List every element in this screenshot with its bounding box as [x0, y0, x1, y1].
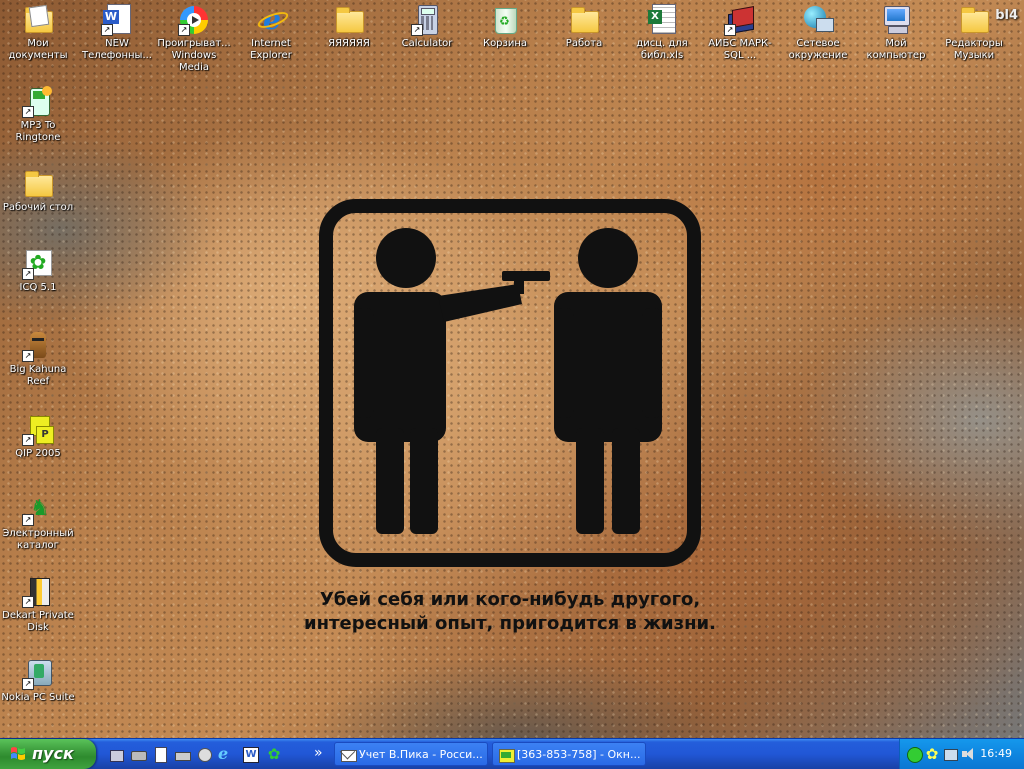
chat-window-icon: [498, 747, 515, 763]
task-label: [363-853-758] - Окн...: [517, 748, 641, 761]
poster-pictogram: [319, 199, 701, 567]
system-tray: ✿ 16:49: [899, 739, 1024, 769]
desktop-icon-excel-file[interactable]: X дисц. для библ.xls: [624, 4, 700, 62]
icon-label: Рабочий стол: [2, 202, 74, 213]
icon-label: ICQ 5.1: [19, 282, 57, 293]
taskbar-task-chat[interactable]: [363-853-758] - Окн...: [492, 742, 646, 766]
icon-label: Работа: [565, 38, 603, 49]
poster-caption-line-2: интересный опыт, пригодится в жизни.: [304, 613, 716, 634]
icon-label: Big Kahuna Reef: [9, 364, 67, 387]
desktop-icon-mp3-to-ringtone[interactable]: ↗ MP3 To Ringtone: [0, 86, 76, 144]
folder-icon: [333, 4, 365, 36]
quicklaunch-document-icon[interactable]: [152, 746, 168, 763]
mail-envelope-icon: [339, 743, 357, 763]
icon-label: Корзина: [482, 38, 528, 49]
icon-label: АИБС МАРК-SQL ...: [708, 38, 772, 61]
icon-label: Проигрыват... Windows Media: [157, 38, 231, 73]
nokia-pc-suite-icon: ↗: [22, 658, 54, 690]
folder-icon: [958, 4, 990, 36]
books-icon: ↗: [724, 4, 756, 36]
icon-label: Электронный каталог: [2, 528, 74, 551]
desktop-icon-big-kahuna-reef[interactable]: ↗ Big Kahuna Reef: [0, 330, 76, 388]
desktop-icon-qip-2005[interactable]: P ↗ QIP 2005: [0, 414, 76, 460]
icon-label: Nokia PC Suite: [1, 692, 75, 703]
icon-label: Сетевое окружение: [788, 38, 848, 61]
desktop-icon-icq[interactable]: ✿ ↗ ICQ 5.1: [0, 248, 76, 294]
desktop-icon-dekart-private-disk[interactable]: ↗ Dekart Private Disk: [0, 576, 76, 634]
network-places-icon: [802, 4, 834, 36]
icon-label: NEW Телефонны...: [82, 38, 152, 61]
private-disk-icon: ↗: [22, 576, 54, 608]
quicklaunch-icq-icon[interactable]: ✿: [266, 746, 282, 762]
tiki-mask-icon: ↗: [22, 330, 54, 362]
quicklaunch-show-desktop-icon[interactable]: [108, 746, 124, 762]
icon-label: Мои документы: [8, 38, 68, 61]
task-label: Учет В.Пика - Росси...: [359, 748, 483, 761]
excel-file-icon: X: [646, 4, 678, 36]
folder-icon: [568, 4, 600, 36]
taskbar: пуск e W ✿ » Учет В.Пика - Росси... [363…: [0, 738, 1024, 769]
desktop-icon-electronic-catalog[interactable]: ♞ ↗ Электронный каталог: [0, 494, 76, 552]
desktop-icon-my-computer[interactable]: Мой компьютер: [858, 4, 934, 62]
word-document-icon: W ↗: [101, 4, 133, 36]
quicklaunch-media-icon[interactable]: [130, 746, 147, 762]
desktop-icon-folder-rabota[interactable]: Работа: [546, 4, 622, 50]
quicklaunch-network-icon[interactable]: [196, 746, 212, 762]
windows-media-player-icon: ↗: [178, 4, 210, 36]
taskbar-task-mail[interactable]: Учет В.Пика - Росси...: [334, 742, 488, 766]
desktop-icon-my-documents[interactable]: Мои документы: [0, 4, 76, 62]
desktop-icon-calculator[interactable]: ↗ Calculator: [389, 4, 465, 50]
desktop-wallpaper: Убей себя или кого-нибудь другого, интер…: [0, 0, 1024, 738]
icon-label: Мой компьютер: [866, 38, 926, 61]
icon-label: Calculator: [401, 38, 453, 49]
desktop-icon-folder-yayaya[interactable]: ЯЯЯЯЯЯ: [311, 4, 387, 50]
catalog-icon: ♞ ↗: [22, 494, 54, 526]
desktop-icon-internet-explorer[interactable]: e Internet Explorer: [233, 4, 309, 62]
tray-flower-icon[interactable]: ✿: [924, 746, 940, 762]
poster-caption: Убей себя или кого-нибудь другого, интер…: [260, 588, 760, 636]
icon-label: Internet Explorer: [250, 38, 292, 61]
icon-label: MP3 To Ringtone: [15, 120, 61, 143]
internet-explorer-icon: e: [255, 4, 291, 36]
clock[interactable]: 16:49: [980, 739, 1012, 769]
start-label: пуск: [32, 744, 74, 763]
icon-label: дисц. для библ.xls: [636, 38, 688, 61]
my-documents-icon: [22, 4, 54, 36]
desktop-icon-windows-media[interactable]: ↗ Проигрыват... Windows Media: [156, 4, 232, 74]
windows-flag-icon: [11, 747, 25, 760]
quicklaunch-internet-explorer-icon[interactable]: e: [218, 746, 234, 762]
desktop-icon-network-places[interactable]: Сетевое окружение: [780, 4, 856, 62]
my-computer-icon: [880, 4, 912, 36]
desktop-icon-desktop-folder[interactable]: Рабочий стол: [0, 168, 76, 214]
recycle-bin-icon: ♻: [489, 4, 521, 36]
desktop-icon-recycle-bin[interactable]: ♻ Корзина: [467, 4, 543, 50]
mp3-ringtone-icon: ↗: [22, 86, 54, 118]
tray-volume-icon[interactable]: [960, 746, 976, 762]
quicklaunch-word-icon[interactable]: W: [242, 746, 259, 763]
desktop-icon-nokia-pc-suite[interactable]: ↗ Nokia PC Suite: [0, 658, 76, 704]
poster-caption-line-1: Убей себя или кого-нибудь другого,: [319, 589, 701, 610]
icq-flower-icon: ✿ ↗: [22, 248, 54, 280]
quicklaunch-overflow-chevron[interactable]: »: [314, 739, 323, 767]
calculator-icon: ↗: [411, 4, 443, 36]
icon-label: Редакторы Музыки: [945, 38, 1003, 61]
tray-chat-icon[interactable]: [906, 746, 923, 763]
desktop-icon-music-editors[interactable]: Редакторы Музыки: [936, 4, 1012, 62]
icon-label: Dekart Private Disk: [2, 610, 74, 633]
icon-label: QIP 2005: [15, 448, 61, 459]
start-button[interactable]: пуск: [0, 739, 96, 769]
qip-icon: P ↗: [22, 414, 54, 446]
folder-icon: [22, 168, 54, 200]
icon-label: ЯЯЯЯЯЯ: [328, 38, 370, 49]
desktop-icon-aibs-mark-sql[interactable]: ↗ АИБС МАРК-SQL ...: [702, 4, 778, 62]
desktop-icon-new-phones[interactable]: W ↗ NEW Телефонны...: [79, 4, 155, 62]
tray-network-icon[interactable]: [942, 746, 958, 762]
quicklaunch-drive-icon[interactable]: [174, 746, 191, 762]
